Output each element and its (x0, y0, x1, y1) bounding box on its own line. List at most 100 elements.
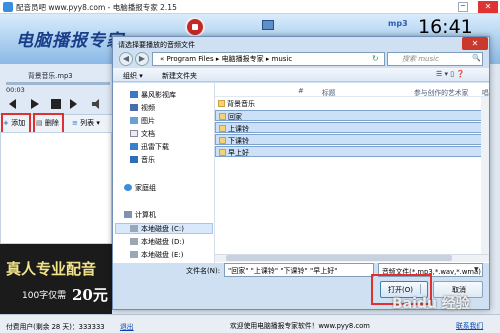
navigation-pane (113, 83, 215, 263)
app-title: 配音员吧 www.pyy8.com - 电脑播报专家 2.15 (16, 3, 177, 12)
drive-icon (130, 238, 138, 245)
nav-item-drive-c[interactable]: 本地磁盘 (C:) (130, 224, 184, 234)
clock-display: 16:41 (418, 16, 473, 38)
nav-label: 本地磁盘 (D:) (141, 238, 185, 246)
new-folder-button[interactable]: 新建文件夹 (162, 71, 197, 81)
status-welcome: 欢迎使用电脑播报专家软件！www.pyy8.com (230, 322, 370, 330)
column-album[interactable]: 唱 (482, 87, 489, 97)
nav-label: 家庭组 (135, 184, 156, 192)
homegroup-icon (124, 184, 132, 191)
stop-icon[interactable] (51, 99, 61, 109)
drive-icon (130, 251, 138, 258)
nav-label: 视频 (141, 104, 155, 112)
nav-item-pictures[interactable]: 图片 (130, 116, 155, 126)
audio-file-icon (219, 125, 226, 132)
download-icon (130, 143, 138, 150)
search-placeholder: 搜索 music (402, 55, 439, 63)
next-icon[interactable] (70, 99, 77, 109)
nav-item-baofeng[interactable]: 暴风影视库 (130, 90, 176, 100)
ad-subline: 100字仅需 (22, 291, 67, 301)
app-icon (3, 2, 13, 12)
vertical-scrollbar[interactable] (481, 97, 489, 254)
forward-button[interactable]: ▶ (135, 52, 149, 66)
filename-value: "回家" "上课铃" "下课铃" "早上好" (228, 267, 338, 275)
player-time: 00:03 (6, 86, 25, 94)
dialog-title: 请选择要播放的音频文件 (118, 41, 195, 49)
nav-item-drive-e[interactable]: 本地磁盘 (E:) (130, 250, 183, 260)
play-icon[interactable] (31, 99, 39, 109)
list-button[interactable]: ≡ 列表 ▾ (72, 118, 100, 128)
nav-item-music[interactable]: 音乐 (130, 155, 155, 165)
nav-label: 图片 (141, 117, 155, 125)
back-button[interactable]: ◀ (119, 52, 133, 66)
audio-file-icon (218, 100, 225, 107)
audio-file-icon (219, 137, 226, 144)
contact-link[interactable]: 联系我们 (456, 320, 483, 330)
drive-icon (130, 225, 138, 232)
file-name: 背景音乐 (227, 100, 255, 108)
file-row[interactable]: 回家 (215, 110, 485, 121)
player-filename: 背景音乐.mp3 (28, 72, 73, 80)
watermark: Baidu 经验 (392, 296, 470, 312)
highlight-add (1, 113, 31, 134)
nav-label: 本地磁盘 (C:) (141, 225, 184, 233)
nav-label: 暴风影视库 (141, 91, 176, 99)
nav-label: 文档 (141, 130, 155, 138)
search-icon[interactable]: 🔍 (472, 54, 481, 62)
status-user: 付费用户(剩余 28 天)：333333 (6, 323, 105, 331)
nav-label: 迅雷下载 (141, 143, 169, 151)
file-row[interactable]: 背景音乐 (215, 98, 485, 109)
list-icon: ≡ (72, 119, 78, 127)
refresh-icon[interactable]: ↻ (372, 54, 379, 63)
audio-file-icon (219, 113, 226, 120)
address-path: « Program Files ▸ 电脑播报专家 ▸ music (160, 55, 293, 63)
nav-item-thunder[interactable]: 迅雷下载 (130, 142, 169, 152)
video-icon (130, 104, 138, 111)
file-row[interactable]: 早上好 (215, 146, 485, 157)
exit-link[interactable]: 退出 (120, 321, 134, 331)
previous-icon[interactable] (9, 99, 16, 109)
minimize-button[interactable]: ─ (458, 2, 468, 12)
organize-button[interactable]: 组织 ▾ (123, 71, 143, 81)
playlist-area[interactable] (0, 132, 112, 244)
column-title[interactable]: 标题 (322, 87, 336, 97)
ad-price: 20元 (72, 286, 108, 304)
file-row[interactable]: 下课铃 (215, 134, 485, 145)
audio-file-icon (219, 149, 226, 156)
player-progress-bar[interactable] (6, 82, 110, 85)
file-name: 回家 (228, 113, 242, 121)
app-titlebar: 配音员吧 www.pyy8.com - 电脑播报专家 2.15 ─ ✕ (0, 0, 500, 14)
document-icon (130, 130, 138, 137)
file-name: 早上好 (228, 149, 249, 157)
nav-item-video[interactable]: 视频 (130, 103, 155, 113)
nav-item-documents[interactable]: 文档 (130, 129, 155, 139)
screen-icon[interactable] (262, 20, 274, 30)
ad-headline: 真人专业配音 (6, 260, 97, 278)
app-logo: 电脑播报专家 (16, 31, 124, 51)
file-name: 下课铃 (228, 137, 249, 145)
chevron-down-icon[interactable]: ▼ (474, 266, 479, 273)
nav-item-computer[interactable]: 计算机 (124, 210, 156, 220)
nav-item-drive-d[interactable]: 本地磁盘 (D:) (130, 237, 184, 247)
file-row[interactable]: 上课铃 (215, 122, 485, 133)
view-options-icon[interactable]: ☰ ▾ ▯ ❓ (436, 70, 465, 78)
music-icon (130, 156, 138, 163)
record-button[interactable] (185, 17, 205, 37)
nav-label: 计算机 (135, 211, 156, 219)
computer-icon (124, 211, 132, 218)
nav-label: 音乐 (141, 156, 155, 164)
list-label: 列表 (80, 119, 95, 127)
file-name: 上课铃 (228, 125, 249, 133)
filename-label: 文件名(N): (186, 267, 221, 275)
column-number[interactable]: # (298, 87, 304, 95)
scrollbar-thumb[interactable] (226, 255, 452, 261)
mp3-badge: mp3 (388, 19, 408, 28)
close-button[interactable]: ✕ (478, 1, 498, 13)
dialog-close-button[interactable]: ✕ (462, 37, 488, 50)
picture-icon (130, 117, 138, 124)
nav-label: 本地磁盘 (E:) (141, 251, 184, 259)
highlight-delete (33, 113, 64, 134)
library-icon (130, 91, 138, 98)
column-artist[interactable]: 参与创作的艺术家 (414, 87, 468, 97)
nav-item-homegroup[interactable]: 家庭组 (124, 183, 156, 193)
